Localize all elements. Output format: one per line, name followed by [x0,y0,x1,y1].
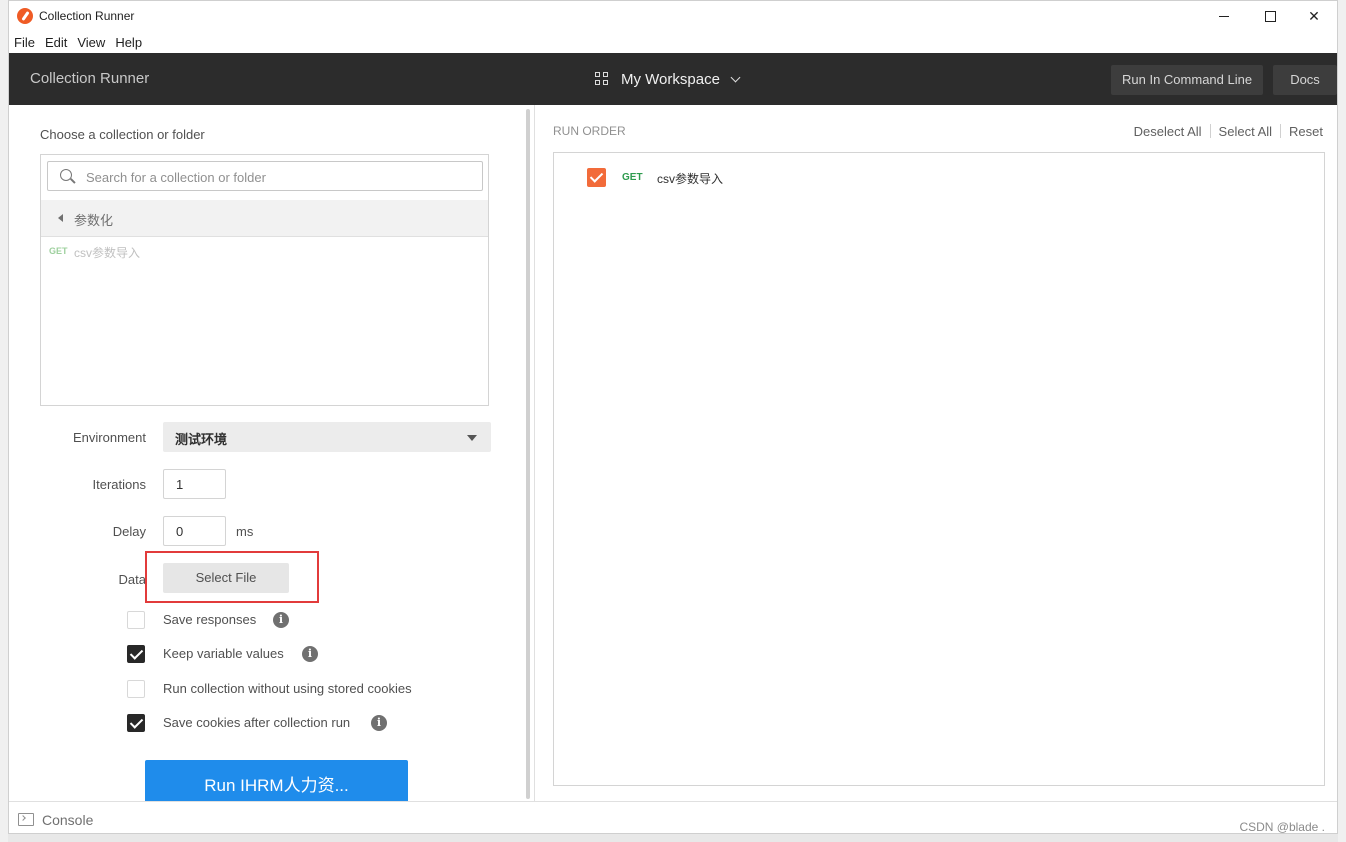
console-button[interactable]: Console [42,812,93,828]
workspace-grid-icon [595,72,609,86]
deselect-all-link[interactable]: Deselect All [1134,124,1202,139]
console-icon[interactable] [18,813,34,826]
status-bar: Console CSDN @blade . [9,801,1337,834]
runner-settings-pane: Choose a collection or folder 参数化 GET cs… [9,105,534,808]
collection-browser: 参数化 GET csv参数导入 [40,154,489,406]
action-separator [1209,124,1211,138]
run-order-pane: RUN ORDER Deselect All Select All Reset … [535,105,1337,801]
minimize-button[interactable] [1201,3,1247,29]
option-label: Save cookies after collection run [163,715,351,730]
folder-header[interactable]: 参数化 [41,200,488,237]
info-icon[interactable]: i [302,646,318,662]
menu-bar: File Edit View Help [9,31,1337,53]
search-box[interactable] [47,161,483,192]
window-title: Collection Runner [39,9,135,23]
watermark: CSDN @blade . [1239,820,1325,834]
delay-value: 0 [176,524,184,539]
reset-link[interactable]: Reset [1289,124,1323,139]
iterations-value: 1 [176,477,184,492]
delay-input[interactable]: 0 [163,516,226,546]
maximize-button[interactable] [1247,3,1293,29]
menu-view[interactable]: View [72,31,110,50]
info-icon[interactable]: i [371,715,387,731]
run-order-list: GET csv参数导入 [553,152,1325,786]
title-bar: Collection Runner ✕ [9,1,1337,31]
option-label: Keep variable values [163,646,284,661]
run-order-item-name[interactable]: csv参数导入 [657,170,723,187]
background-app-right [1338,0,1346,842]
request-name: csv参数导入 [74,246,141,260]
back-arrow-icon[interactable] [58,214,63,222]
run-order-item-checkbox[interactable] [587,168,606,187]
workspace-switcher[interactable]: My Workspace [595,69,741,89]
delay-unit: ms [236,524,254,539]
search-input[interactable] [84,162,478,192]
environment-label: Environment [73,430,146,445]
docs-button[interactable]: Docs [1273,65,1337,95]
run-order-item-method: GET [622,172,643,183]
menu-file[interactable]: File [9,31,40,50]
no-stored-cookies-checkbox[interactable] [127,680,145,698]
save-responses-checkbox[interactable] [127,611,145,629]
select-all-link[interactable]: Select All [1219,124,1272,139]
info-icon[interactable]: i [273,612,289,628]
workspace-name: My Workspace [621,70,720,88]
option-label: Save responses [163,612,257,627]
menu-edit[interactable]: Edit [40,31,72,50]
search-icon [60,169,72,181]
environment-select[interactable]: 测试环境 [163,422,491,452]
folder-name: 参数化 [74,213,114,228]
app-header: Collection Runner My Workspace Run In Co… [9,53,1337,105]
menu-help[interactable]: Help [110,31,147,50]
annotation-highlight-box [145,551,319,603]
run-order-actions: Deselect All Select All Reset [1134,124,1323,139]
data-label: Data [118,572,146,587]
close-button[interactable]: ✕ [1291,3,1337,29]
option-label: Run collection without using stored cook… [163,681,412,696]
chevron-down-icon [730,72,741,82]
run-order-label: RUN ORDER [553,124,626,138]
collection-runner-window: Collection Runner ✕ File Edit View Help Col… [8,0,1338,834]
run-in-command-line-button[interactable]: Run In Command Line [1111,65,1264,95]
action-separator [1280,124,1282,138]
keep-variable-values-checkbox[interactable] [127,645,145,663]
choose-collection-label: Choose a collection or folder [40,127,205,142]
request-method: GET [49,246,68,256]
left-pane-scrollbar[interactable] [526,109,530,799]
environment-value: 测试环境 [175,432,228,447]
iterations-label: Iterations [92,477,146,492]
delay-label: Delay [112,524,146,539]
iterations-input[interactable]: 1 [163,469,226,499]
dropdown-arrow-icon [467,435,477,441]
header-title: Collection Runner [30,70,150,87]
save-cookies-checkbox[interactable] [127,714,145,732]
postman-logo-icon [17,8,33,24]
background-app-left [0,0,8,842]
